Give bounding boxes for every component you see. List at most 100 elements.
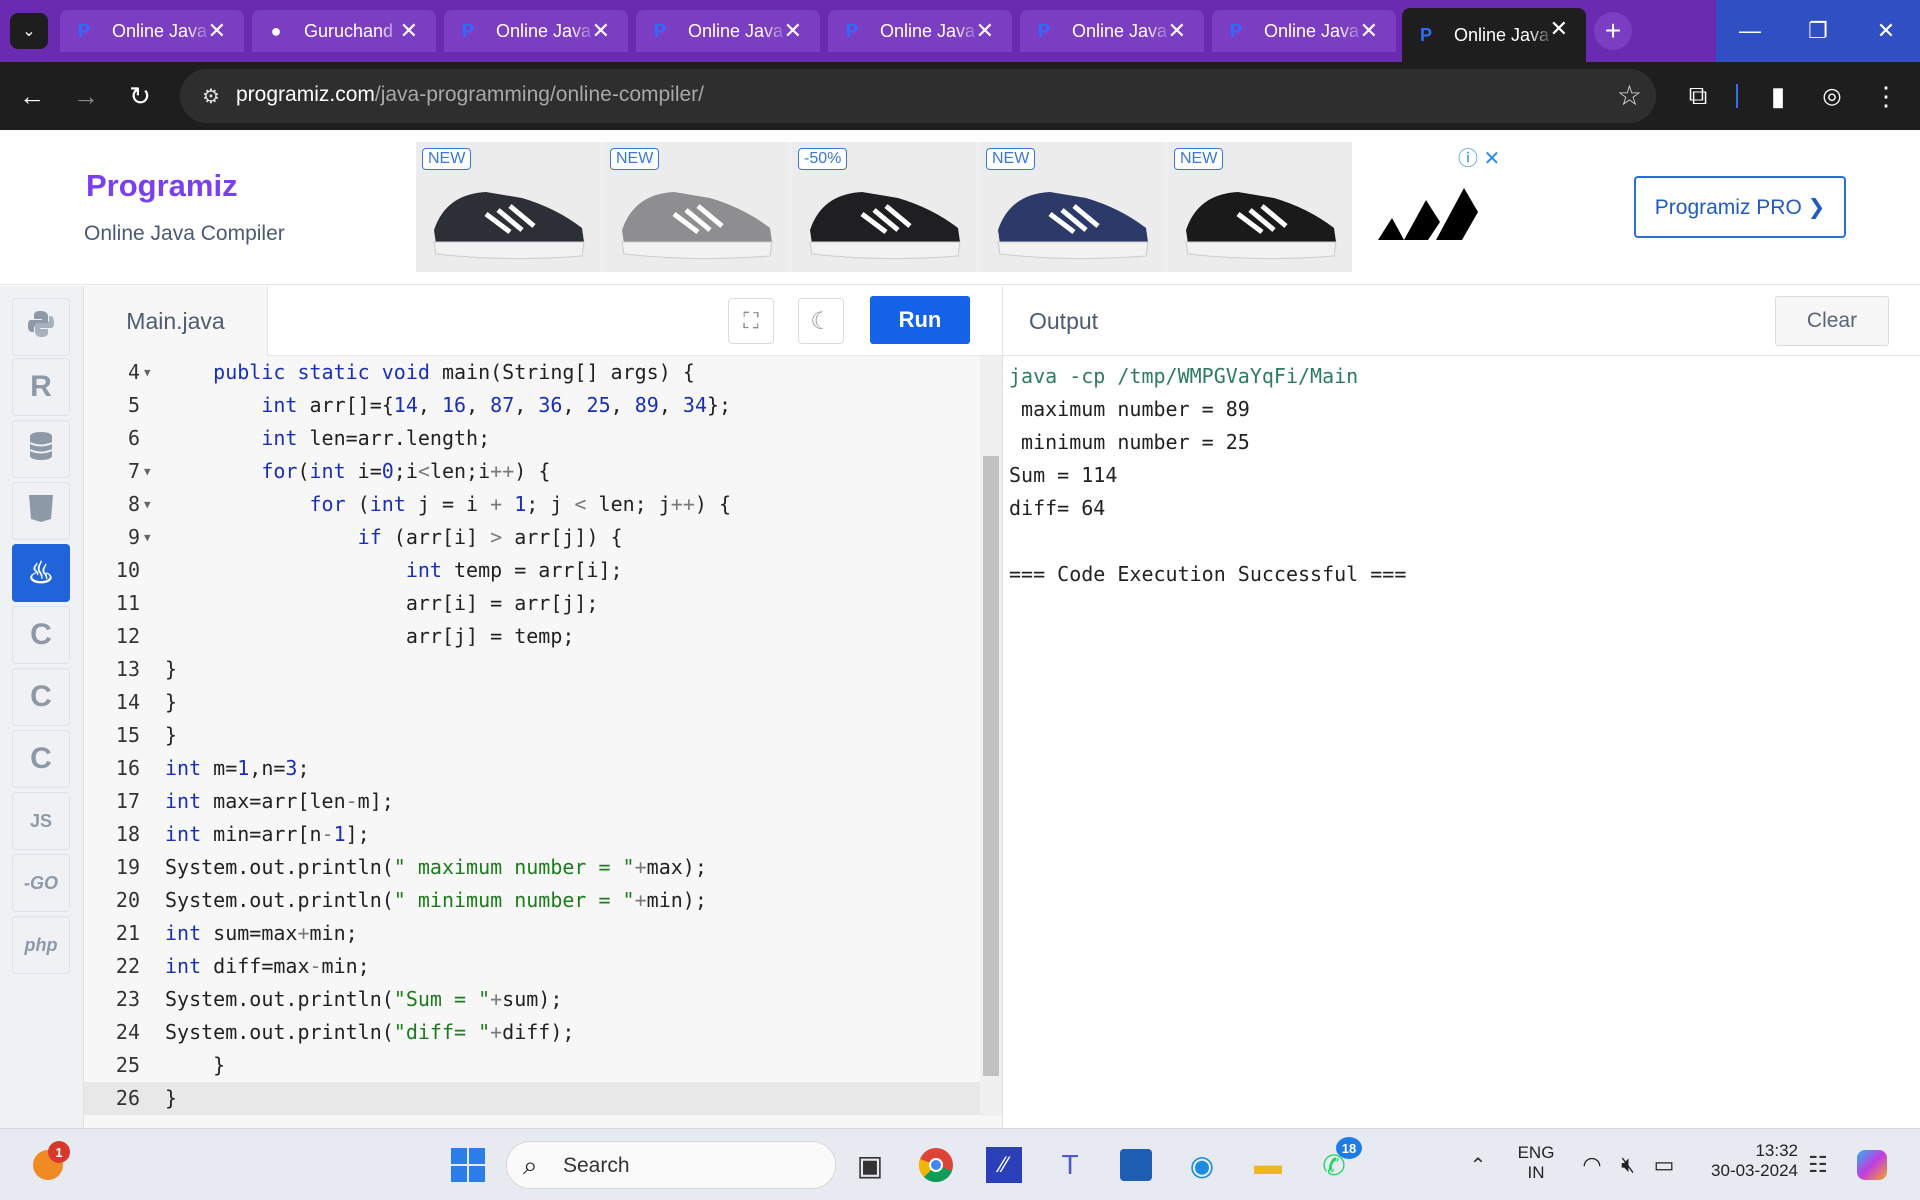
sidebar-item-html[interactable] — [12, 482, 70, 540]
tab-3[interactable]: P Online Java Compiler✕ — [444, 10, 628, 52]
code-line[interactable]: 6 int len=arr.length; — [84, 422, 980, 455]
chrome-taskbar-icon[interactable] — [914, 1143, 958, 1187]
sidebar-item-sql[interactable] — [12, 420, 70, 478]
taskbar-search[interactable]: ⌕ Search — [506, 1141, 836, 1189]
tab-search-button[interactable]: ⌄ — [10, 13, 48, 49]
programiz-logo[interactable]: Programiz — [86, 168, 238, 204]
teams-icon[interactable]: T — [1048, 1143, 1092, 1187]
close-tab-icon[interactable]: ✕ — [208, 18, 226, 44]
code-line[interactable]: 17 int max=arr[len-m]; — [84, 785, 980, 818]
close-tab-icon[interactable]: ✕ — [1360, 18, 1378, 44]
fold-arrow-icon[interactable]: ▼ — [144, 488, 151, 521]
edge-icon[interactable]: ◉ — [1180, 1143, 1224, 1187]
tab-2[interactable]: ● Guruchand ✕ — [252, 10, 436, 52]
battery-icon[interactable]: ▭ — [1642, 1143, 1686, 1187]
code-line[interactable]: 24 System.out.println("diff= "+diff); — [84, 1016, 980, 1049]
show-hidden-icons[interactable]: ⌃ — [1456, 1143, 1500, 1187]
code-line[interactable]: 15} — [84, 719, 980, 752]
sidebar-item-c[interactable]: C — [12, 606, 70, 664]
code-line[interactable]: 23 System.out.println("Sum = "+sum); — [84, 983, 980, 1016]
language-indicator[interactable]: ENG IN — [1514, 1143, 1558, 1183]
close-tab-icon[interactable]: ✕ — [592, 18, 610, 44]
tab-7[interactable]: P Online Java Compiler✕ — [1212, 10, 1396, 52]
sidebar-item-r[interactable]: R — [12, 358, 70, 416]
adidas-logo[interactable] — [1378, 170, 1478, 240]
code-area[interactable]: 4 ▼ public static void main(String[] args… — [84, 356, 980, 1116]
profile-icon[interactable]: ◎ — [1814, 78, 1850, 114]
code-line[interactable]: 8 ▼ for (int j = i + 1; j < len; j++) { — [84, 488, 980, 521]
code-line[interactable]: 22 int diff=max-min; — [84, 950, 980, 983]
code-line[interactable]: 21 int sum=max+min; — [84, 917, 980, 950]
forward-button[interactable]: → — [68, 78, 104, 114]
code-line[interactable]: 20 System.out.println(" minimum number = … — [84, 884, 980, 917]
close-tab-icon[interactable]: ✕ — [976, 18, 994, 44]
code-line[interactable]: 16 int m=1,n=3; — [84, 752, 980, 785]
code-line[interactable]: 13} — [84, 653, 980, 686]
notification-center-icon[interactable]: ☷ — [1796, 1143, 1840, 1187]
url-text[interactable]: programiz.com/java-programming/online-co… — [236, 83, 704, 107]
extensions-icon[interactable]: ⧉ — [1680, 78, 1716, 114]
ad-shoe-2[interactable]: NEW — [604, 142, 788, 272]
code-line[interactable]: 7 ▼ for(int i=0;i<len;i++) { — [84, 455, 980, 488]
dark-mode-button[interactable]: ☾ — [798, 298, 844, 344]
close-tab-icon[interactable]: ✕ — [1550, 16, 1568, 42]
tab-6[interactable]: P Online Java Compiler✕ — [1020, 10, 1204, 52]
code-line[interactable]: 5 int arr[]={14, 16, 87, 36, 25, 89, 34}… — [84, 389, 980, 422]
code-line[interactable]: 11 arr[i] = arr[j]; — [84, 587, 980, 620]
ad-info-icon[interactable]: ⓘ ✕ — [1458, 142, 1500, 171]
sidebar-item-cpp[interactable]: C — [12, 668, 70, 726]
file-explorer-icon[interactable]: ▬ — [1246, 1143, 1290, 1187]
code-line[interactable]: 14} — [84, 686, 980, 719]
code-line[interactable]: 26} — [84, 1082, 980, 1115]
minimize-button[interactable]: — — [1716, 0, 1784, 62]
code-line[interactable]: 18 int min=arr[n-1]; — [84, 818, 980, 851]
back-button[interactable]: ← — [14, 78, 50, 114]
tab-1[interactable]: P Online Java Compiler✕ — [60, 10, 244, 52]
advertisement-banner[interactable]: NEW NEW -50% NEW NEW — [416, 142, 1352, 272]
task-view-icon[interactable]: ▣ — [848, 1143, 892, 1187]
code-line[interactable]: 4 ▼ public static void main(String[] args… — [84, 356, 980, 389]
reload-button[interactable]: ↻ — [122, 78, 158, 114]
output-console[interactable]: java -cp /tmp/WMPGVaYqFi/Main maximum nu… — [1009, 360, 1406, 591]
start-button[interactable] — [446, 1143, 490, 1187]
ad-shoe-3[interactable]: -50% — [792, 142, 976, 272]
fullscreen-button[interactable]: ⛶ — [728, 298, 774, 344]
run-button[interactable]: Run — [870, 296, 970, 344]
ad-shoe-1[interactable]: NEW — [416, 142, 600, 272]
close-tab-icon[interactable]: ✕ — [784, 18, 802, 44]
tab-4[interactable]: P Online Java Compiler✕ — [636, 10, 820, 52]
editor-scrollbar[interactable] — [980, 356, 1002, 1116]
code-line[interactable]: 25 } — [84, 1049, 980, 1082]
ad-shoe-4[interactable]: NEW — [980, 142, 1164, 272]
menu-icon[interactable]: ⋮ — [1868, 78, 1904, 114]
code-line[interactable]: 9 ▼ if (arr[i] > arr[j]) { — [84, 521, 980, 554]
scrollbar-thumb[interactable] — [983, 456, 999, 1076]
site-settings-icon[interactable]: ⚙ — [198, 83, 224, 109]
sidebar-item-python[interactable] — [12, 298, 70, 356]
close-tab-icon[interactable]: ✕ — [1168, 18, 1186, 44]
sidebar-item-go[interactable]: -GO — [12, 854, 70, 912]
new-tab-button[interactable]: + — [1594, 12, 1632, 50]
copilot-icon[interactable] — [1850, 1143, 1894, 1187]
sidebar-item-csharp[interactable]: C — [12, 730, 70, 788]
fold-arrow-icon[interactable]: ▼ — [144, 455, 151, 488]
ad-shoe-5[interactable]: NEW — [1168, 142, 1352, 272]
address-bar[interactable]: ⚙ programiz.com/java-programming/online-… — [180, 69, 1656, 123]
close-window-button[interactable]: ✕ — [1852, 0, 1920, 62]
code-line[interactable]: 12 arr[j] = temp; — [84, 620, 980, 653]
sidebar-item-js[interactable]: JS — [12, 792, 70, 850]
store-icon[interactable] — [1114, 1143, 1158, 1187]
bookmark-star-icon[interactable]: ☆ — [1617, 79, 1642, 112]
code-line[interactable]: 19 System.out.println(" maximum number = … — [84, 851, 980, 884]
tab-8[interactable]: P Online Java Compiler✕ — [1402, 8, 1586, 62]
sidebar-item-java[interactable]: ♨ — [12, 544, 70, 602]
tab-main-java[interactable]: Main.java — [84, 286, 268, 356]
clear-button[interactable]: Clear — [1775, 296, 1889, 346]
code-line[interactable]: 10 int temp = arr[i]; — [84, 554, 980, 587]
clock[interactable]: 13:32 30-03-2024 — [1704, 1141, 1798, 1181]
programiz-pro-button[interactable]: Programiz PRO ❯ — [1634, 176, 1846, 238]
sidebar-item-php[interactable]: php — [12, 916, 70, 974]
fold-arrow-icon[interactable]: ▼ — [144, 356, 151, 389]
app-taskbar-icon[interactable]: ⁄⁄ — [982, 1143, 1026, 1187]
close-tab-icon[interactable]: ✕ — [400, 18, 418, 44]
